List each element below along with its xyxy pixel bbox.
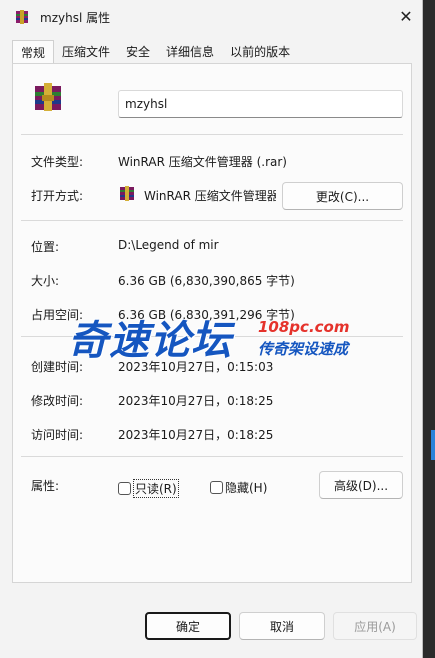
- location-value: D:\Legend of mir: [118, 238, 219, 252]
- hidden-checkbox[interactable]: 隐藏(H): [210, 479, 267, 496]
- ok-button[interactable]: 确定: [145, 612, 231, 640]
- size-value: 6.36 GB (6,830,390,865 字节): [118, 274, 295, 288]
- tab-details[interactable]: 详细信息: [158, 40, 222, 64]
- tab-archive[interactable]: 压缩文件: [54, 40, 118, 64]
- hidden-checkbox-box[interactable]: [210, 481, 223, 494]
- properties-dialog: mzyhsl 属性 ✕ 常规 压缩文件 安全 详细信息 以前的版本 文件类型: …: [0, 0, 423, 658]
- attributes-label: 属性:: [31, 479, 60, 493]
- tab-security[interactable]: 安全: [118, 40, 158, 64]
- file-type-label: 文件类型:: [31, 155, 84, 169]
- created-label: 创建时间:: [31, 360, 84, 374]
- open-with-label: 打开方式:: [31, 189, 84, 203]
- separator: [21, 336, 403, 337]
- advanced-button[interactable]: 高级(D)...: [319, 471, 403, 499]
- file-type-value: WinRAR 压缩文件管理器 (.rar): [118, 155, 287, 169]
- close-button[interactable]: ✕: [392, 3, 420, 29]
- winrar-archive-icon: [16, 10, 28, 24]
- tab-bar: 常规 压缩文件 安全 详细信息 以前的版本: [12, 40, 412, 64]
- dialog-footer: 确定 取消 应用(A): [0, 600, 423, 658]
- size-label: 大小:: [31, 274, 60, 288]
- separator: [21, 456, 403, 457]
- open-with-value: WinRAR 压缩文件管理器: [144, 189, 276, 203]
- winrar-opener-icon: [120, 186, 134, 201]
- background-accent-strip: [431, 430, 435, 460]
- tab-general[interactable]: 常规: [12, 40, 55, 64]
- hidden-checkbox-label: 隐藏(H): [225, 481, 268, 495]
- readonly-checkbox-box[interactable]: [118, 482, 131, 495]
- apply-button[interactable]: 应用(A): [333, 612, 417, 640]
- tab-previous-versions[interactable]: 以前的版本: [222, 40, 298, 64]
- size-on-disk-value: 6.36 GB (6,830,391,296 字节): [118, 308, 295, 322]
- modified-value: 2023年10月27日，0:18:25: [118, 394, 274, 408]
- location-label: 位置:: [31, 240, 60, 254]
- file-name-input[interactable]: [118, 90, 403, 118]
- readonly-checkbox-label: 只读(R): [133, 479, 179, 498]
- size-on-disk-label: 占用空间:: [31, 308, 84, 322]
- window-title: mzyhsl 属性: [40, 11, 111, 25]
- background-right: [423, 0, 435, 658]
- general-panel: 文件类型: WinRAR 压缩文件管理器 (.rar) 打开方式: WinRAR…: [12, 63, 412, 583]
- winrar-file-icon: [35, 83, 61, 111]
- separator: [21, 134, 403, 135]
- change-button[interactable]: 更改(C)...: [282, 182, 403, 210]
- close-icon: ✕: [399, 6, 413, 26]
- title-bar: mzyhsl 属性 ✕: [0, 0, 422, 34]
- separator: [21, 220, 403, 221]
- accessed-label: 访问时间:: [31, 428, 84, 442]
- created-value: 2023年10月27日，0:15:03: [118, 360, 274, 374]
- accessed-value: 2023年10月27日，0:18:25: [118, 428, 274, 442]
- modified-label: 修改时间:: [31, 394, 84, 408]
- cancel-button[interactable]: 取消: [239, 612, 325, 640]
- readonly-checkbox[interactable]: 只读(R): [118, 479, 179, 498]
